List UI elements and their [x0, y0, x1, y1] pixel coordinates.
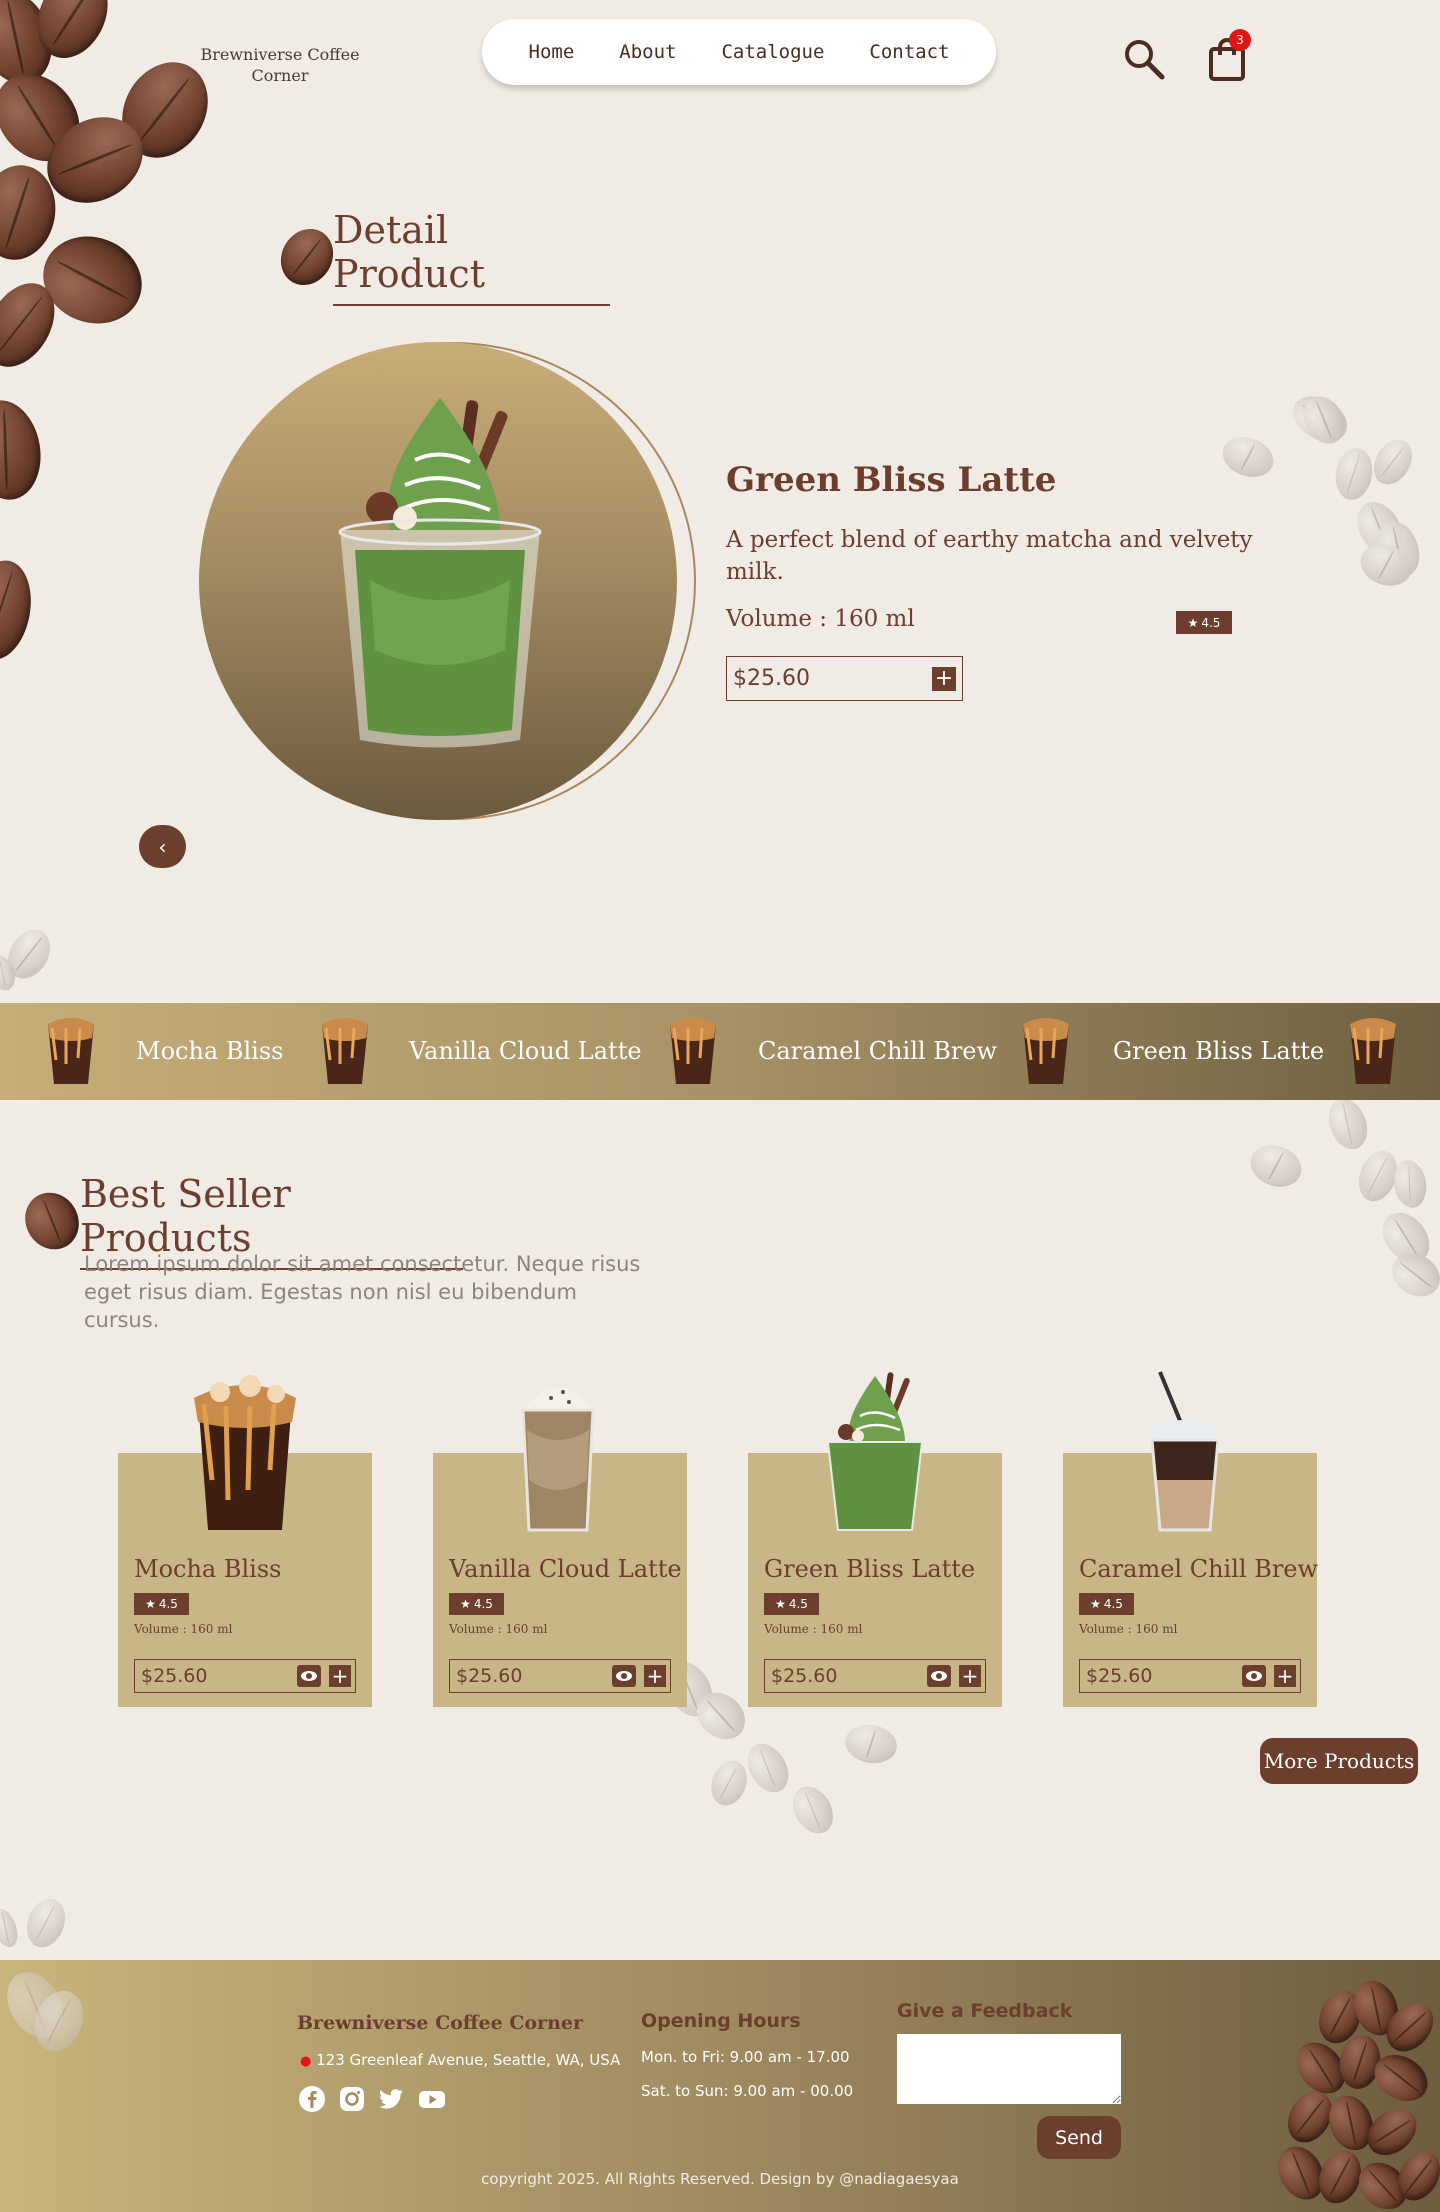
band-item-label: Caramel Chill Brew: [758, 1037, 998, 1065]
opening-hours-title: Opening Hours: [641, 2010, 801, 2032]
star-icon: ★: [460, 1597, 471, 1611]
location-pin-icon: ●: [300, 2054, 312, 2069]
rating-value: 4.5: [158, 1597, 178, 1611]
rating-value: 4.5: [1201, 615, 1221, 630]
product-card-name: Green Bliss Latte: [764, 1555, 976, 1583]
view-product-button[interactable]: [297, 1665, 321, 1687]
send-feedback-button[interactable]: Send: [1037, 2116, 1121, 2159]
product-card-name: Vanilla Cloud Latte: [449, 1555, 682, 1583]
eye-icon: [616, 1671, 632, 1681]
product-card-price: $25.60: [771, 1665, 838, 1687]
previous-product-button[interactable]: ‹: [139, 825, 186, 868]
brand-logo-text[interactable]: Brewniverse Coffee Corner: [195, 44, 365, 86]
product-price: $25.60: [733, 666, 810, 691]
star-icon: ★: [1187, 615, 1199, 630]
product-rating-badge: ★ 4.5: [1176, 611, 1232, 634]
star-icon: ★: [1090, 1597, 1101, 1611]
product-card-price: $25.60: [456, 1665, 523, 1687]
eye-icon: [301, 1671, 317, 1681]
add-to-cart-button[interactable]: +: [329, 1665, 351, 1687]
nav-home[interactable]: Home: [529, 41, 575, 63]
detail-section-title: Detail Product: [333, 208, 610, 306]
nav-about[interactable]: About: [619, 41, 676, 63]
search-icon[interactable]: [1122, 37, 1166, 81]
product-card-rating: ★ 4.5: [449, 1593, 504, 1615]
rating-value: 4.5: [1103, 1597, 1123, 1611]
mocha-cup-icon: [1023, 1018, 1069, 1084]
add-to-cart-button[interactable]: +: [932, 665, 956, 691]
plus-icon: +: [934, 665, 954, 691]
footer-brand: Brewniverse Coffee Corner: [297, 2012, 583, 2034]
best-seller-description: Lorem ipsum dolor sit amet consectetur. …: [84, 1252, 641, 1332]
product-card-price-box: $25.60 +: [134, 1659, 356, 1693]
nav-contact[interactable]: Contact: [869, 41, 949, 63]
product-card-volume: Volume : 160 ml: [1079, 1622, 1178, 1636]
twitter-icon[interactable]: [377, 2085, 405, 2113]
plus-icon: +: [1276, 1664, 1294, 1688]
mocha-cup-icon: [670, 1018, 716, 1084]
add-to-cart-button[interactable]: +: [1274, 1665, 1296, 1687]
mocha-cup-icon: [322, 1018, 368, 1084]
nav-catalogue[interactable]: Catalogue: [721, 41, 824, 63]
opening-hours-weekend: Sat. to Sun: 9.00 am - 00.00: [641, 2082, 854, 2100]
product-card-rating: ★ 4.5: [764, 1593, 819, 1615]
product-card-rating: ★ 4.5: [1079, 1593, 1134, 1615]
footer-address: ● 123 Greenleaf Avenue, Seattle, WA, USA: [300, 2051, 620, 2069]
product-description: A perfect blend of earthy matcha and vel…: [726, 527, 1253, 585]
star-icon: ★: [145, 1597, 156, 1611]
product-card-rating: ★ 4.5: [134, 1593, 189, 1615]
product-card-name: Caramel Chill Brew: [1079, 1555, 1319, 1583]
band-item-label: Mocha Bliss: [136, 1037, 284, 1065]
band-item-label: Green Bliss Latte: [1113, 1037, 1325, 1065]
main-nav: Home About Catalogue Contact: [482, 19, 996, 85]
rating-value: 4.5: [473, 1597, 493, 1611]
plus-icon: +: [961, 1664, 979, 1688]
view-product-button[interactable]: [927, 1665, 951, 1687]
green-bliss-latte-image: [826, 1372, 924, 1531]
product-card-price: $25.60: [141, 1665, 208, 1687]
vanilla-cloud-latte-image: [521, 1388, 595, 1532]
star-icon: ★: [775, 1597, 786, 1611]
product-name: Green Bliss Latte: [726, 460, 1057, 500]
add-to-cart-button[interactable]: +: [644, 1665, 666, 1687]
eye-icon: [931, 1671, 947, 1681]
add-to-cart-button[interactable]: +: [959, 1665, 981, 1687]
instagram-icon[interactable]: [338, 2085, 366, 2113]
rating-value: 4.5: [788, 1597, 808, 1611]
product-card-price-box: $25.60 +: [449, 1659, 671, 1693]
product-card-price-box: $25.60 +: [764, 1659, 986, 1693]
mocha-cup-icon: [48, 1018, 94, 1084]
view-product-button[interactable]: [1242, 1665, 1266, 1687]
caramel-chill-brew-image: [1150, 1371, 1220, 1532]
opening-hours-weekday: Mon. to Fri: 9.00 am - 17.00: [641, 2048, 850, 2066]
mocha-bliss-image: [194, 1375, 296, 1530]
product-card-name: Mocha Bliss: [134, 1555, 282, 1583]
footer-address-text: 123 Greenleaf Avenue, Seattle, WA, USA: [316, 2051, 621, 2069]
eye-icon: [1246, 1671, 1262, 1681]
product-price-box: $25.60 +: [726, 656, 963, 701]
feedback-input[interactable]: [897, 2034, 1121, 2104]
product-card-volume: Volume : 160 ml: [449, 1622, 548, 1636]
youtube-icon[interactable]: [418, 2085, 446, 2113]
plus-icon: +: [331, 1664, 349, 1688]
chevron-left-icon: ‹: [158, 834, 167, 859]
product-card-price-box: $25.60 +: [1079, 1659, 1301, 1693]
product-card-price: $25.60: [1086, 1665, 1153, 1687]
facebook-icon[interactable]: [298, 2085, 326, 2113]
product-volume: Volume : 160 ml: [726, 606, 915, 632]
view-product-button[interactable]: [612, 1665, 636, 1687]
product-card-volume: Volume : 160 ml: [134, 1622, 233, 1636]
feedback-title: Give a Feedback: [897, 2000, 1073, 2022]
band-item-label: Vanilla Cloud Latte: [409, 1037, 642, 1065]
coffee-bean-icon: [14, 1182, 90, 1260]
plus-icon: +: [646, 1664, 664, 1688]
mocha-cup-icon: [1350, 1018, 1396, 1084]
more-products-button[interactable]: More Products: [1260, 1738, 1418, 1784]
cart-count-badge: 3: [1229, 29, 1251, 51]
green-bliss-latte-image: [338, 398, 542, 748]
copyright-text: copyright 2025. All Rights Reserved. Des…: [481, 2170, 959, 2188]
product-card-volume: Volume : 160 ml: [764, 1622, 863, 1636]
